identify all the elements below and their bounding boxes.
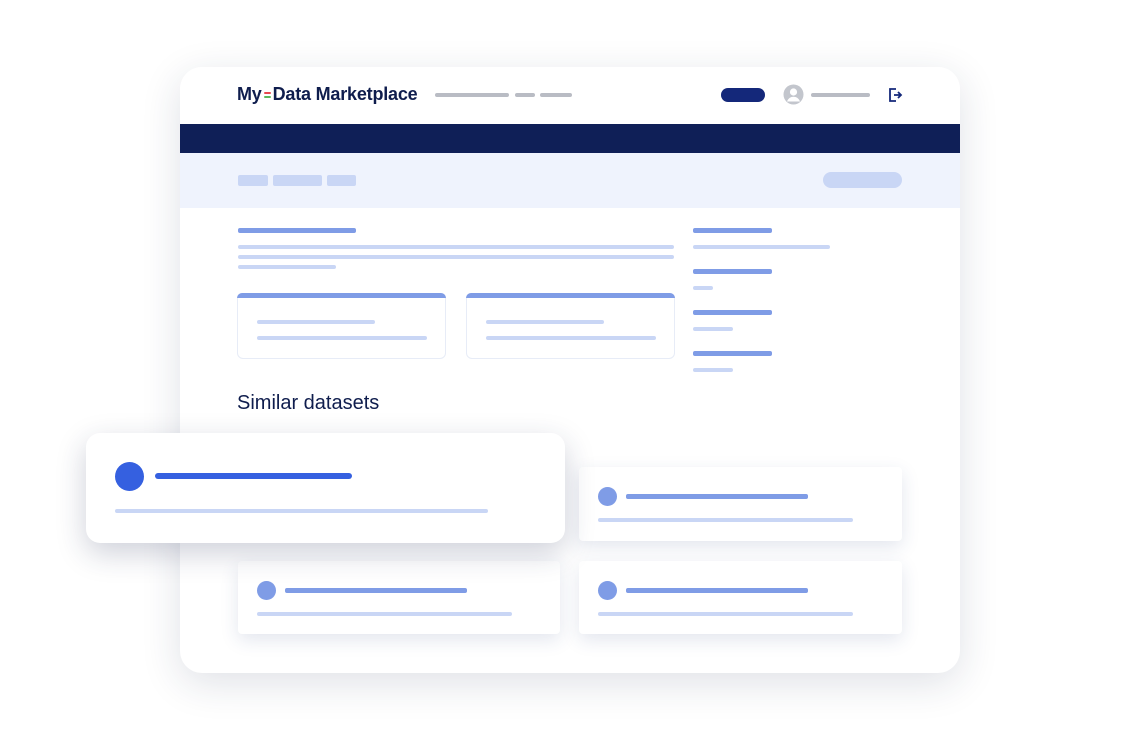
card-subtitle [486,336,656,340]
breadcrumb-item-1[interactable] [238,175,268,186]
user-name-placeholder [811,93,870,97]
card-title [257,320,375,324]
dataset-icon [598,487,617,506]
logo-text-my: My [237,84,262,104]
dataset-icon [598,581,617,600]
featured-dataset-desc [115,509,488,513]
card-accent [237,293,446,298]
dataset-card[interactable] [579,561,902,634]
dataset-card-desc [598,518,853,522]
card-subtitle [257,336,427,340]
sidebar-heading-2 [693,269,772,274]
featured-dataset-title [155,473,352,479]
sidebar-value-2 [693,286,713,290]
description-line-2 [238,255,674,259]
logo-mark-icon [263,90,271,100]
breadcrumb-item-2[interactable] [273,175,322,186]
dataset-card-desc [257,612,512,616]
card-accent [466,293,675,298]
action-button[interactable] [823,172,902,188]
navigation-bar [180,124,960,153]
nav-link-1[interactable] [435,93,509,97]
dataset-title [238,228,356,233]
sidebar-heading-3 [693,310,772,315]
sidebar-value-4 [693,368,733,372]
dataset-card-title [285,588,467,593]
dataset-card-desc [598,612,853,616]
sidebar-value-3 [693,327,733,331]
description-line-1 [238,245,674,249]
dataset-card-title [626,588,808,593]
primary-button[interactable] [721,88,765,102]
sidebar-heading-1 [693,228,772,233]
user-avatar-icon[interactable] [783,84,804,105]
featured-dataset-icon [115,462,144,491]
card-title [486,320,604,324]
info-card[interactable] [466,293,675,359]
logo[interactable]: My Data Marketplace [237,84,418,105]
dataset-icon [257,581,276,600]
dataset-card[interactable] [238,561,560,634]
description-line-3 [238,265,336,269]
dataset-card-title [626,494,808,499]
marketplace-window: My Data Marketplace Similar datasets [180,67,960,673]
breadcrumb-bar [180,153,960,208]
logout-icon[interactable] [887,87,903,103]
sidebar-value-1 [693,245,830,249]
header: My Data Marketplace [180,67,960,124]
breadcrumb-item-3[interactable] [327,175,356,186]
featured-dataset-card[interactable] [86,433,565,543]
dataset-card[interactable] [579,467,902,541]
info-card[interactable] [237,293,446,359]
similar-datasets-heading: Similar datasets [237,392,380,414]
nav-link-3[interactable] [540,93,572,97]
sidebar-heading-4 [693,351,772,356]
nav-link-2[interactable] [515,93,535,97]
logo-text-rest: Data Marketplace [272,84,418,104]
